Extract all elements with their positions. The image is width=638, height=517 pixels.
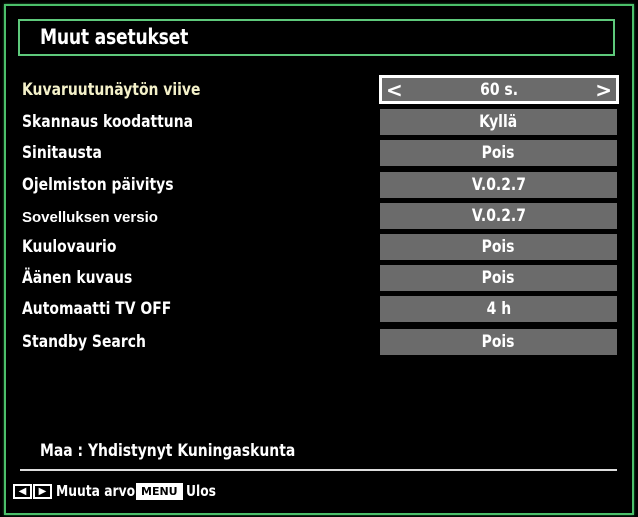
setting-label: Kuvaruutunäytön viive — [22, 80, 201, 100]
setting-value-box[interactable]: V.0.2.7 — [380, 172, 617, 198]
setting-label: Ojelmiston päivitys — [22, 175, 174, 195]
title-bar: Muut asetukset — [18, 19, 615, 56]
setting-row-osd-timeout[interactable]: Kuvaruutunäytön viive < 60 s. > — [22, 75, 619, 105]
right-arrow-key-icon: ▶ — [33, 483, 52, 499]
setting-value-selector[interactable]: < 60 s. > — [379, 75, 619, 104]
footer-hints: ◀ ▶ Muuta arvo MENU Ulos — [13, 481, 222, 501]
setting-row-scan-encrypted[interactable]: Skannaus koodattuna Kyllä — [22, 109, 619, 137]
setting-label: Standby Search — [22, 332, 146, 352]
setting-value: Pois — [482, 332, 515, 352]
setting-value-box[interactable]: Pois — [380, 329, 617, 355]
setting-row-hard-of-hearing[interactable]: Kuulovaurio Pois — [22, 234, 619, 262]
country-info: Maa : Yhdistynyt Kuningaskunta — [40, 441, 296, 461]
setting-label: Äänen kuvaus — [22, 268, 133, 288]
menu-key-icon: MENU — [136, 482, 183, 500]
setting-row-standby-search[interactable]: Standby Search Pois — [22, 329, 619, 357]
setting-value: V.0.2.7 — [471, 175, 526, 195]
setting-value: 60 s. — [480, 79, 518, 100]
setting-value: Kyllä — [479, 112, 518, 132]
setting-label: Automaatti TV OFF — [22, 299, 172, 319]
setting-value-box[interactable]: V.0.2.7 — [380, 203, 617, 229]
setting-label: Skannaus koodattuna — [22, 112, 194, 132]
setting-row-audio-description[interactable]: Äänen kuvaus Pois — [22, 265, 619, 293]
divider — [20, 469, 617, 471]
setting-label: Sovelluksen versio — [22, 209, 158, 226]
setting-value: 4 h — [486, 299, 511, 319]
setting-row-auto-tv-off[interactable]: Automaatti TV OFF 4 h — [22, 296, 619, 324]
setting-value: V.0.2.7 — [471, 206, 526, 226]
setting-value-box[interactable]: Pois — [380, 265, 617, 291]
setting-row-application-version[interactable]: Sovelluksen versio V.0.2.7 — [22, 203, 619, 231]
chevron-left-icon[interactable]: < — [386, 78, 403, 102]
setting-row-software-update[interactable]: Ojelmiston päivitys V.0.2.7 — [22, 172, 619, 200]
setting-row-blue-background[interactable]: Sinitausta Pois — [22, 140, 619, 168]
setting-label: Kuulovaurio — [22, 237, 117, 257]
left-arrow-key-icon: ◀ — [13, 483, 32, 499]
setting-value: Pois — [482, 268, 515, 288]
setting-value-box[interactable]: 4 h — [380, 296, 617, 322]
setting-value: Pois — [482, 143, 515, 163]
setting-value-box[interactable]: Pois — [380, 234, 617, 260]
chevron-right-icon[interactable]: > — [595, 78, 612, 102]
setting-value-box[interactable]: Pois — [380, 140, 617, 166]
setting-value: Pois — [482, 237, 515, 257]
setting-value-box[interactable]: Kyllä — [380, 109, 617, 135]
setting-label: Sinitausta — [22, 143, 102, 163]
exit-hint: Ulos — [185, 482, 216, 500]
page-title: Muut asetukset — [40, 25, 189, 49]
change-value-hint: Muuta arvo — [56, 482, 136, 500]
